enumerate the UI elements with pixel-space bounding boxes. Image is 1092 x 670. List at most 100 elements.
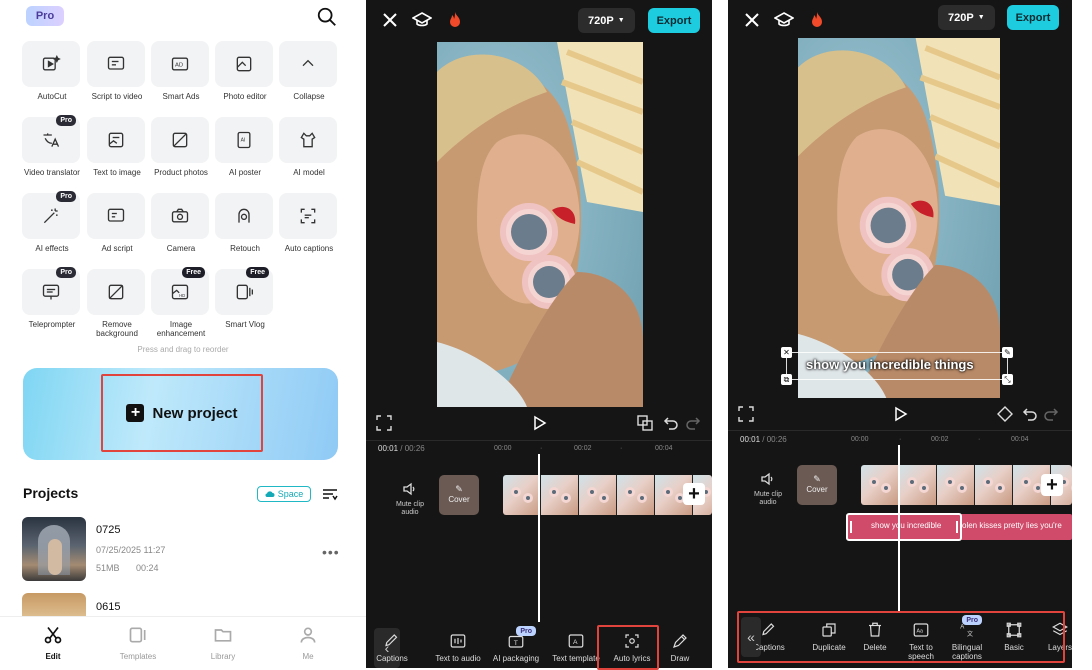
export-button[interactable]: Export (1007, 5, 1059, 30)
close-icon[interactable] (742, 10, 762, 30)
fullscreen-icon[interactable] (376, 415, 392, 431)
magic-wand-icon (43, 208, 58, 224)
tool-translate[interactable]: Pro Video translator (22, 115, 82, 177)
tool-tile[interactable] (87, 193, 145, 239)
nav-edit[interactable]: Edit (23, 625, 83, 661)
tool-teleprompter[interactable]: Pro Teleprompter (22, 267, 82, 329)
caption-copy-handle[interactable]: ⧉ (781, 374, 792, 385)
more-options-icon[interactable]: ••• (322, 544, 340, 560)
search-icon[interactable] (316, 6, 338, 28)
caption-overlay-text[interactable]: show you incredible things (806, 357, 974, 372)
nav-me[interactable]: Me (278, 625, 338, 661)
tool-smart-vlog[interactable]: Free Smart Vlog (215, 267, 275, 329)
redo-icon[interactable] (1044, 406, 1060, 422)
pro-badge[interactable]: Pro (26, 6, 64, 26)
caption-scale-handle[interactable]: ⤡ (1002, 374, 1013, 385)
tool-text-to-image[interactable]: Text to image (87, 117, 147, 177)
add-clip-button[interactable]: + (683, 483, 705, 505)
video-preview[interactable] (437, 42, 643, 407)
tool-product-photos[interactable]: Product photos (151, 117, 211, 177)
tool-retouch[interactable]: Retouch (215, 193, 275, 253)
tool-image-hd[interactable]: HD Free Image enhancement (151, 267, 211, 338)
graduation-cap-icon[interactable] (412, 10, 432, 30)
fullscreen-icon[interactable] (738, 406, 754, 422)
caption-delete-handle[interactable]: ✕ (781, 347, 792, 358)
resolution-value: 720P (948, 11, 974, 24)
nav-library[interactable]: Library (193, 625, 253, 661)
tool-tile[interactable]: AI (215, 117, 273, 163)
tool-ai-poster[interactable]: AI AI poster (215, 117, 275, 177)
keyframe-diamond-icon[interactable] (997, 406, 1013, 422)
tool-tile[interactable] (87, 117, 145, 163)
cover-button[interactable]: ✎ Cover (797, 465, 837, 505)
tool-auto-captions[interactable]: Auto captions (279, 193, 339, 253)
tool-camera[interactable]: Camera (151, 193, 211, 253)
close-icon[interactable] (380, 10, 400, 30)
sort-icon[interactable] (322, 486, 338, 502)
tool-script-to-video[interactable]: Script to video (87, 41, 147, 101)
resolution-dropdown[interactable]: 720P ▼ (938, 5, 995, 30)
time-display: 00:01 / 00:26 (378, 444, 425, 453)
export-button[interactable]: Export (648, 8, 700, 33)
time-tick: 00:04 (655, 445, 673, 452)
nav-templates[interactable]: Templates (108, 625, 168, 661)
tool-tile[interactable]: Free (215, 267, 273, 315)
fire-icon[interactable] (445, 10, 465, 30)
tool-pen[interactable]: Draw (650, 632, 710, 663)
tool-tile[interactable] (151, 117, 209, 163)
tool-ad-script[interactable]: Ad script (87, 193, 147, 253)
tool-tile[interactable]: Pro (22, 115, 80, 163)
resolution-dropdown[interactable]: 720P ▼ (578, 8, 635, 33)
tool-smart-ads[interactable]: AD Smart Ads (151, 41, 211, 101)
add-clip-button[interactable]: + (1041, 474, 1063, 496)
tool-label: Product photos (154, 168, 208, 177)
trim-handle-right[interactable] (956, 521, 958, 533)
tool-photo-editor[interactable]: Photo editor (215, 41, 275, 101)
video-preview[interactable] (798, 38, 1000, 398)
tool-text-to-audio[interactable]: Text to audio (428, 632, 488, 663)
play-icon[interactable] (531, 415, 547, 431)
tool-tile[interactable] (215, 193, 273, 239)
tool-tile[interactable]: Pro (22, 191, 80, 239)
video-clip-strip[interactable] (503, 475, 712, 515)
tool-tile[interactable] (279, 193, 337, 239)
fire-icon[interactable] (807, 10, 827, 30)
space-button[interactable]: Space (257, 486, 311, 502)
tool-tile[interactable] (22, 41, 80, 87)
time-display: 00:01 / 00:26 (740, 435, 787, 444)
keyframe-icon[interactable] (637, 415, 653, 431)
tool-tile[interactable] (87, 41, 145, 87)
caption-edit-handle[interactable]: ✎ (1002, 347, 1013, 358)
undo-icon[interactable] (662, 415, 678, 431)
project-thumbnail[interactable] (22, 517, 86, 581)
tool-label: Image enhancement (156, 320, 206, 338)
tool-tile[interactable] (87, 269, 145, 315)
tool-tile[interactable] (151, 193, 209, 239)
tool-tile[interactable]: HD Free (151, 267, 209, 315)
tool-tile[interactable]: AD (151, 41, 209, 87)
tool-autocut[interactable]: AutoCut (22, 41, 82, 101)
tool-tile[interactable] (279, 117, 337, 163)
mute-clip-audio-button[interactable]: Mute clip audio (748, 471, 788, 507)
mute-clip-audio-button[interactable]: Mute clip audio (390, 481, 430, 517)
play-icon[interactable] (892, 406, 908, 422)
clip-frame (579, 475, 617, 515)
clip-frame (975, 465, 1013, 505)
new-project-button[interactable]: + New project (101, 374, 263, 452)
tool-tile[interactable]: Pro (22, 267, 80, 315)
cover-button[interactable]: ✎ Cover (439, 475, 479, 515)
tool-ai-model[interactable]: AI model (279, 117, 339, 177)
tool-remove-background[interactable]: Remove background (87, 269, 147, 338)
playhead[interactable] (898, 445, 900, 612)
tool-ai-packaging[interactable]: T AI packaging Pro (486, 626, 546, 663)
tool-tile[interactable] (279, 41, 337, 87)
tool-magic-wand[interactable]: Pro AI effects (22, 191, 82, 253)
tool-captions[interactable]: Captions (366, 632, 422, 663)
redo-icon[interactable] (686, 415, 702, 431)
undo-icon[interactable] (1021, 406, 1037, 422)
tool-tile[interactable] (215, 41, 273, 87)
trim-handle-left[interactable] (850, 521, 852, 533)
tool-chevron-up[interactable]: Collapse (279, 41, 339, 101)
graduation-cap-icon[interactable] (774, 10, 794, 30)
playhead[interactable] (538, 454, 540, 622)
